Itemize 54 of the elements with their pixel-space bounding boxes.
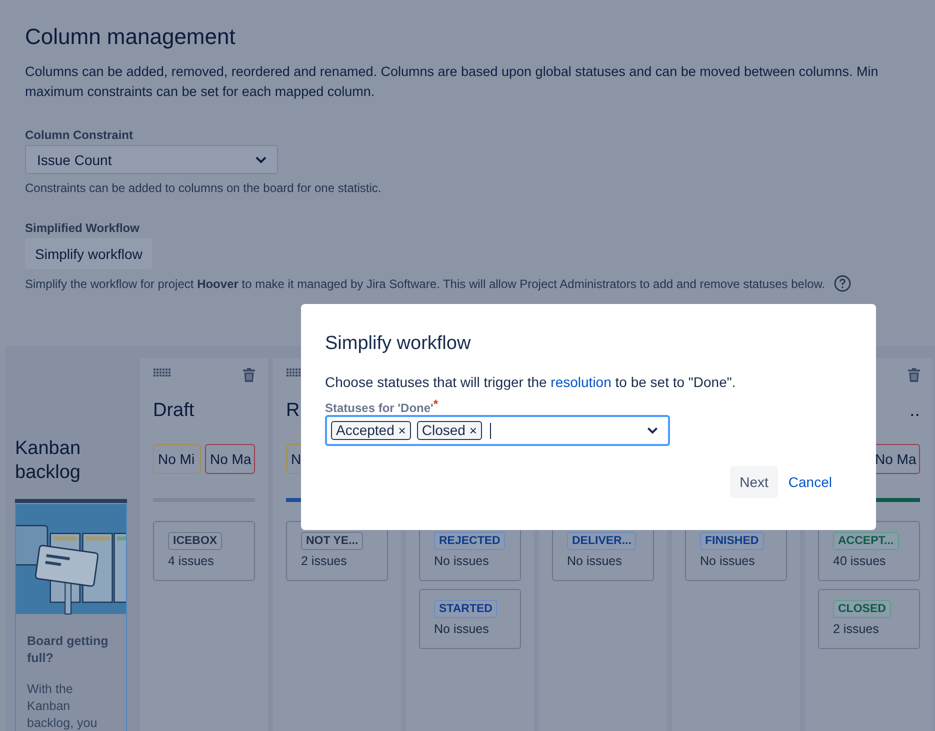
issue-count: No issues (700, 554, 755, 568)
trash-icon[interactable] (243, 368, 255, 382)
issue-count: No issues (434, 622, 489, 636)
status-chip[interactable]: Closed × (416, 421, 482, 440)
column-title[interactable]: .. (909, 400, 920, 422)
required-mark: * (433, 397, 438, 413)
next-button[interactable]: Next (730, 466, 778, 498)
issue-count: 2 issues (301, 554, 347, 568)
card-text: With the Kanban backlog, you (26, 681, 98, 731)
issue-count: 40 issues (833, 554, 886, 568)
section-label: Simplified Workflow (25, 221, 140, 235)
min-constraint-field[interactable]: No Mi (153, 444, 201, 474)
column-title[interactable]: R (286, 400, 300, 422)
status-card[interactable]: STARTED No issues (419, 589, 521, 649)
remove-icon[interactable]: × (469, 423, 477, 438)
status-lozenge: ICEBOX (168, 532, 222, 550)
issue-count: No issues (434, 554, 489, 568)
chevron-down-icon[interactable] (647, 427, 658, 434)
resolution-link[interactable]: resolution (550, 374, 612, 390)
status-lozenge: REJECTED (434, 532, 506, 550)
description-text: maximum constraints can be set for each mapped column. (25, 83, 376, 101)
chevron-down-icon (255, 156, 267, 164)
drag-handle-icon[interactable] (153, 368, 171, 377)
column-title: Kanban backlog (15, 437, 82, 485)
field-label: Statuses for 'Done' (325, 401, 434, 415)
dialog-title: Simplify workflow (325, 332, 472, 356)
constraint-select[interactable]: Issue Count (25, 145, 278, 174)
status-card[interactable]: CLOSED 2 issues (818, 589, 920, 649)
note-text: Simplify the workflow for project Hoover to make it managed by Jira Software. This will allow Project Administrators to add and remove statuses below. (25, 276, 826, 290)
issue-count: 2 issues (833, 622, 879, 636)
status-lozenge: STARTED (434, 600, 498, 618)
status-lozenge: FINISHED (700, 532, 764, 550)
help-icon[interactable] (834, 275, 852, 292)
simplify-workflow-button[interactable]: Simplify workflow (25, 238, 152, 269)
card-heading: Board getting full? (26, 633, 110, 667)
remove-icon[interactable]: × (398, 423, 406, 438)
max-constraint-field[interactable]: No Ma (205, 444, 255, 474)
cancel-button[interactable]: Cancel (780, 466, 840, 498)
statuses-field[interactable]: Accepted × Closed × (325, 415, 670, 446)
status-lozenge: DELIVER... (567, 532, 636, 550)
status-lozenge: CLOSED (833, 600, 891, 618)
status-lozenge: NOT YE... (301, 532, 364, 550)
page-title: Column management (25, 23, 236, 51)
help-text: Constraints can be added to columns on the board for one statistic. (25, 181, 382, 195)
issue-count: 4 issues (168, 554, 214, 568)
status-lozenge: ACCEPT... (833, 532, 899, 550)
status-chip[interactable]: Accepted × (331, 421, 411, 440)
trash-icon[interactable] (908, 368, 920, 382)
column-title[interactable]: Draft (153, 400, 194, 422)
description-text: Columns can be added, removed, reordered and renamed. Columns are based upon global statuses and can be moved between columns. Min (25, 63, 880, 81)
issue-count: No issues (567, 554, 622, 568)
field-label: Column Constraint (25, 128, 134, 142)
dialog-text: Choose statuses that will trigger the resolution to be set to "Done". (325, 374, 737, 390)
status-card[interactable]: ICEBOX 4 issues (153, 521, 255, 581)
